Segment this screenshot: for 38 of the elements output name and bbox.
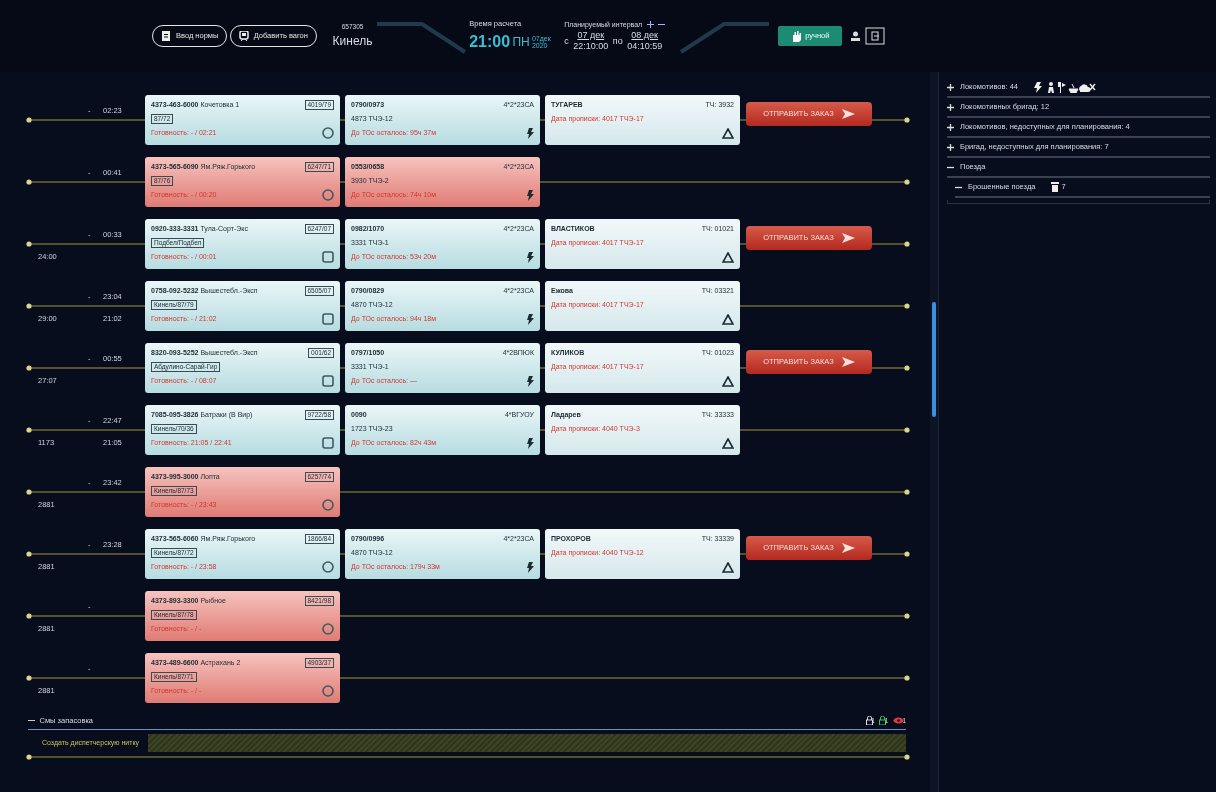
eye-icon [892, 717, 904, 725]
filter-icons-drawing [1032, 81, 1096, 93]
interval-date: 07 дек [576, 30, 606, 42]
triangle-icon [722, 561, 734, 573]
lightning-icon [527, 561, 534, 573]
triangle-icon [722, 437, 734, 449]
lightning-icon [527, 189, 534, 201]
hand-icon [790, 30, 801, 42]
station-name: Кинель [332, 32, 373, 50]
interval-prefix: с [564, 34, 569, 48]
send-icon [841, 109, 855, 119]
lightning-icon [527, 437, 534, 449]
send-icon [841, 543, 855, 553]
triangle-icon [722, 251, 734, 263]
interval-time: 04:10:59 [627, 41, 663, 53]
lightning-icon [527, 127, 534, 139]
lightning-icon [527, 313, 534, 325]
lock-icon [865, 716, 873, 726]
add-icon [646, 21, 654, 29]
triangle-icon [722, 127, 734, 139]
lock-icon [879, 716, 887, 726]
scrollbar[interactable] [930, 72, 938, 792]
interval-prefix: по [612, 34, 623, 48]
lightning-icon [527, 375, 534, 387]
logout-icon[interactable] [864, 27, 885, 45]
lightning-icon [527, 251, 534, 263]
trash-icon [1051, 182, 1060, 192]
send-icon [841, 233, 855, 243]
interval-date: 08 дек [630, 30, 660, 42]
triangle-icon [722, 375, 734, 387]
send-icon [841, 357, 855, 367]
triangle-icon [722, 313, 734, 325]
calc-time: 21:00 [469, 31, 511, 52]
train-icon [238, 31, 249, 41]
user-icon[interactable] [851, 31, 861, 41]
document-icon [161, 31, 171, 41]
calc-weekday: ПН [512, 33, 530, 51]
interval-time: 22:10:00 [573, 41, 609, 53]
